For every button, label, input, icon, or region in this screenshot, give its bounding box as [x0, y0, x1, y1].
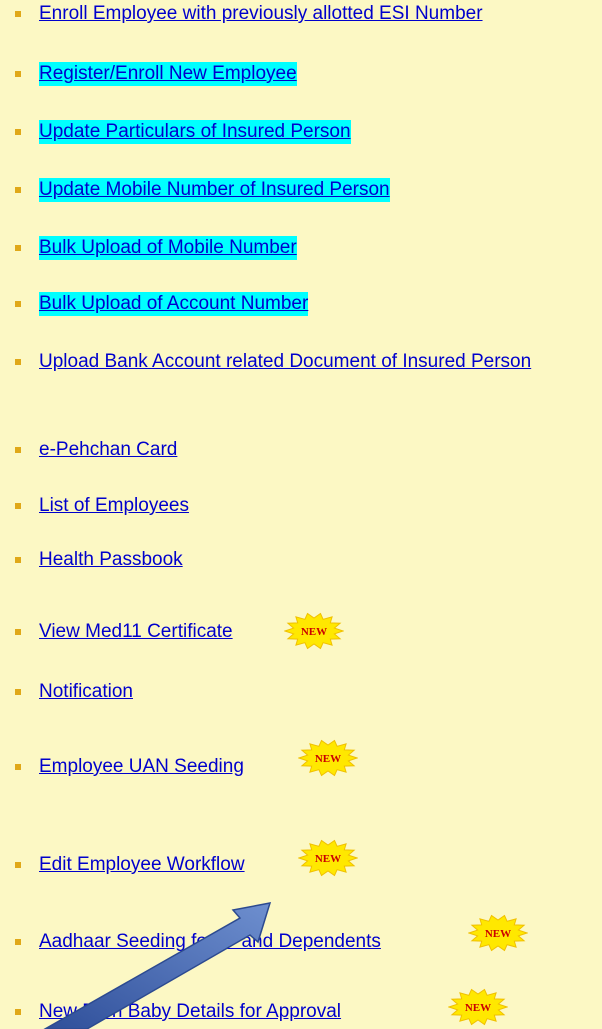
bullet-icon: [15, 447, 21, 453]
link-view-med11-certificate[interactable]: View Med11 Certificate: [39, 620, 233, 644]
new-badge-label: NEW: [315, 753, 341, 765]
link-edit-employee-workflow[interactable]: Edit Employee Workflow: [39, 853, 245, 877]
new-badge-icon: NEW: [284, 612, 344, 650]
new-badge-label: NEW: [301, 626, 327, 638]
bullet-icon: [15, 557, 21, 563]
link-new-born-baby-details-for-approval[interactable]: New Born Baby Details for Approval: [39, 1000, 341, 1024]
bullet-icon: [15, 301, 21, 307]
link-e-pehchan-card[interactable]: e-Pehchan Card: [39, 438, 177, 462]
link-upload-bank-account-related-document-of-insured-person[interactable]: Upload Bank Account related Document of …: [39, 350, 589, 374]
new-badge-icon: NEW: [448, 988, 508, 1026]
link-health-passbook[interactable]: Health Passbook: [39, 548, 183, 572]
link-employee-uan-seeding[interactable]: Employee UAN Seeding: [39, 755, 244, 779]
link-update-mobile-number-of-insured-person[interactable]: Update Mobile Number of Insured Person: [39, 178, 390, 202]
link-register-enroll-new-employee[interactable]: Register/Enroll New Employee: [39, 62, 297, 86]
bullet-icon: [15, 359, 21, 365]
link-bulk-upload-of-account-number[interactable]: Bulk Upload of Account Number: [39, 292, 309, 316]
link-aadhaar-seeding-for-ip-and-dependents[interactable]: Aadhaar Seeding for IP and Dependents: [39, 930, 381, 954]
bullet-icon: [15, 245, 21, 251]
bullet-icon: [15, 939, 21, 945]
new-badge-label: NEW: [485, 928, 511, 940]
new-badge-label: NEW: [315, 853, 341, 865]
bullet-icon: [15, 71, 21, 77]
link-notification[interactable]: Notification: [39, 680, 133, 704]
bullet-icon: [15, 764, 21, 770]
link-update-particulars-of-insured-person[interactable]: Update Particulars of Insured Person: [39, 120, 351, 144]
link-bulk-upload-of-mobile-number[interactable]: Bulk Upload of Mobile Number: [39, 236, 297, 260]
bullet-icon: [15, 187, 21, 193]
new-badge-icon: NEW: [468, 914, 528, 952]
bullet-icon: [15, 689, 21, 695]
bullet-icon: [15, 11, 21, 17]
bullet-icon: [15, 129, 21, 135]
link-list-of-employees[interactable]: List of Employees: [39, 494, 189, 518]
bullet-icon: [15, 1009, 21, 1015]
bullet-icon: [15, 862, 21, 868]
bullet-icon: [15, 503, 21, 509]
new-badge-label: NEW: [465, 1002, 491, 1014]
bullet-icon: [15, 629, 21, 635]
link-enroll-employee-with-previously-allotted-esi-number[interactable]: Enroll Employee with previously allotted…: [39, 2, 483, 26]
new-badge-icon: NEW: [298, 839, 358, 877]
new-badge-icon: NEW: [298, 739, 358, 777]
